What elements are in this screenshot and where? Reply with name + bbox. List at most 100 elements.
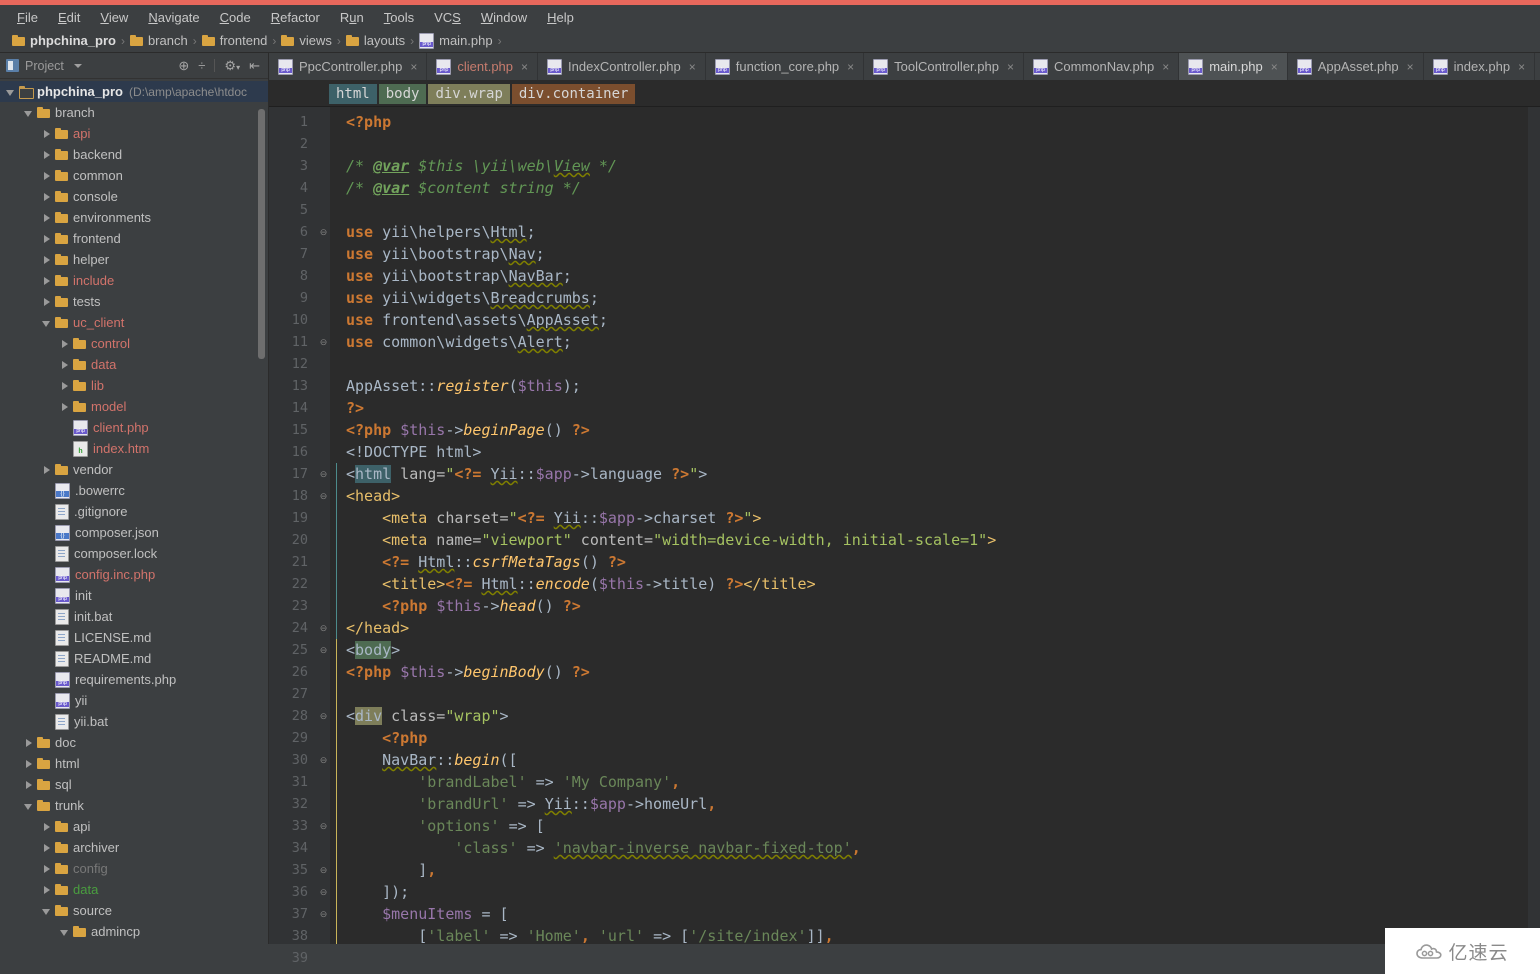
chevron-down-icon[interactable] xyxy=(42,906,52,916)
chevron-down-icon[interactable] xyxy=(42,318,52,328)
project-tree-scrollbar[interactable] xyxy=(258,109,265,359)
fold-marker[interactable]: ⊖ xyxy=(317,815,330,837)
editor-tab-indexcontroller-php[interactable]: IndexController.php × xyxy=(538,53,706,80)
fold-marker[interactable]: ⊖ xyxy=(317,859,330,881)
menu-item-view[interactable]: View xyxy=(91,8,137,27)
tree-row[interactable]: composer.lock xyxy=(0,543,268,564)
chevron-down-icon[interactable] xyxy=(60,927,70,937)
structure-crumb-div-wrap[interactable]: div.wrap xyxy=(428,83,510,104)
editor-tab-appasset-php[interactable]: AppAsset.php × xyxy=(1288,53,1424,80)
menu-item-tools[interactable]: Tools xyxy=(375,8,423,27)
tree-row[interactable]: phpchina_pro (D:\amp\apache\htdoc xyxy=(0,81,268,102)
tree-row[interactable]: sql xyxy=(0,774,268,795)
tree-row[interactable]: vendor xyxy=(0,459,268,480)
chevron-right-icon[interactable] xyxy=(42,843,52,853)
collapse-all-icon[interactable]: ÷ xyxy=(198,59,205,72)
fold-marker[interactable]: ⊖ xyxy=(317,749,330,771)
tree-row[interactable]: cloud xyxy=(0,942,268,944)
fold-marker[interactable]: ⊖ xyxy=(317,881,330,903)
chevron-right-icon[interactable] xyxy=(42,465,52,475)
fold-marker[interactable]: ⊖ xyxy=(317,463,330,485)
tree-row[interactable]: .bowerrc xyxy=(0,480,268,501)
tree-row[interactable]: archiver xyxy=(0,837,268,858)
project-file-tree[interactable]: phpchina_pro (D:\amp\apache\htdoc branch ap… xyxy=(0,79,268,944)
menu-item-window[interactable]: Window xyxy=(472,8,536,27)
breadcrumb-item-branch[interactable]: branch xyxy=(126,33,192,48)
tree-row[interactable]: yii xyxy=(0,690,268,711)
fold-marker[interactable]: ⊖ xyxy=(317,485,330,507)
tree-row[interactable]: LICENSE.md xyxy=(0,627,268,648)
tree-row[interactable]: index.htm xyxy=(0,438,268,459)
tree-row[interactable]: composer.json xyxy=(0,522,268,543)
tree-row[interactable]: control xyxy=(0,333,268,354)
tree-row[interactable]: tests xyxy=(0,291,268,312)
tree-row[interactable]: html xyxy=(0,753,268,774)
menu-item-help[interactable]: Help xyxy=(538,8,583,27)
chevron-down-icon[interactable] xyxy=(73,63,82,68)
structure-crumb-div-container[interactable]: div.container xyxy=(511,83,636,104)
editor-tab-function_core-php[interactable]: function_core.php × xyxy=(706,53,865,80)
fold-marker[interactable]: ⊖ xyxy=(317,903,330,925)
collapse-expand-icon[interactable]: ⊕ xyxy=(178,59,189,72)
tree-row[interactable]: frontend xyxy=(0,228,268,249)
chevron-down-icon[interactable] xyxy=(24,108,34,118)
editor-tab-toolcontroller-php[interactable]: ToolController.php × xyxy=(864,53,1024,80)
close-icon[interactable]: × xyxy=(1271,60,1278,74)
tree-row[interactable]: api xyxy=(0,123,268,144)
chevron-right-icon[interactable] xyxy=(42,822,52,832)
chevron-right-icon[interactable] xyxy=(42,864,52,874)
tree-row[interactable]: config xyxy=(0,858,268,879)
tree-row[interactable]: environments xyxy=(0,207,268,228)
breadcrumb-item-phpchina-pro[interactable]: phpchina_pro xyxy=(8,33,120,48)
menu-item-code[interactable]: Code xyxy=(211,8,260,27)
chevron-right-icon[interactable] xyxy=(42,150,52,160)
tree-row[interactable]: data xyxy=(0,879,268,900)
tree-row[interactable]: include xyxy=(0,270,268,291)
fold-marker[interactable]: ⊖ xyxy=(317,221,330,243)
settings-gear-icon[interactable]: ⚙▾ xyxy=(224,59,240,72)
chevron-right-icon[interactable] xyxy=(42,255,52,265)
tree-row[interactable]: README.md xyxy=(0,648,268,669)
breadcrumb-item-views[interactable]: views xyxy=(277,33,336,48)
menu-item-navigate[interactable]: Navigate xyxy=(139,8,208,27)
tree-row[interactable]: yii.bat xyxy=(0,711,268,732)
menu-item-edit[interactable]: Edit xyxy=(49,8,89,27)
chevron-right-icon[interactable] xyxy=(42,171,52,181)
close-icon[interactable]: × xyxy=(1007,60,1014,74)
tree-row[interactable]: uc_client xyxy=(0,312,268,333)
chevron-right-icon[interactable] xyxy=(24,738,34,748)
close-icon[interactable]: × xyxy=(847,60,854,74)
fold-marker[interactable]: ⊖ xyxy=(317,705,330,727)
breadcrumb-item-main-php[interactable]: main.php xyxy=(415,32,496,49)
tree-row[interactable]: requirements.php xyxy=(0,669,268,690)
tree-row[interactable]: model xyxy=(0,396,268,417)
editor-vertical-scrollbar[interactable] xyxy=(1528,107,1540,944)
project-panel-title[interactable]: Project xyxy=(6,59,82,73)
editor-tab-commonnav-php[interactable]: CommonNav.php × xyxy=(1024,53,1180,80)
menu-item-vcs[interactable]: VCS xyxy=(425,8,470,27)
chevron-right-icon[interactable] xyxy=(60,381,70,391)
tree-row[interactable]: init.bat xyxy=(0,606,268,627)
chevron-right-icon[interactable] xyxy=(42,129,52,139)
tree-row[interactable]: admincp xyxy=(0,921,268,942)
source-code-view[interactable]: <?php /* @var $this \yii\web\View */ /* @… xyxy=(330,107,1540,944)
chevron-right-icon[interactable] xyxy=(42,234,52,244)
tree-row[interactable]: helper xyxy=(0,249,268,270)
close-icon[interactable]: × xyxy=(1162,60,1169,74)
breadcrumb-item-layouts[interactable]: layouts xyxy=(342,33,409,48)
chevron-right-icon[interactable] xyxy=(24,759,34,769)
chevron-down-icon[interactable] xyxy=(6,87,16,97)
menu-item-file[interactable]: File xyxy=(8,8,47,27)
chevron-right-icon[interactable] xyxy=(42,885,52,895)
tree-row[interactable]: client.php xyxy=(0,417,268,438)
tree-row[interactable]: init xyxy=(0,585,268,606)
tree-row[interactable]: console xyxy=(0,186,268,207)
tree-row[interactable]: common xyxy=(0,165,268,186)
chevron-down-icon[interactable] xyxy=(24,801,34,811)
chevron-right-icon[interactable] xyxy=(42,213,52,223)
tree-row[interactable]: branch xyxy=(0,102,268,123)
editor-tab-client-php[interactable]: client.php × xyxy=(427,53,539,80)
tree-row[interactable]: lib xyxy=(0,375,268,396)
fold-marker[interactable]: ⊖ xyxy=(317,331,330,353)
close-icon[interactable]: × xyxy=(1407,60,1414,74)
